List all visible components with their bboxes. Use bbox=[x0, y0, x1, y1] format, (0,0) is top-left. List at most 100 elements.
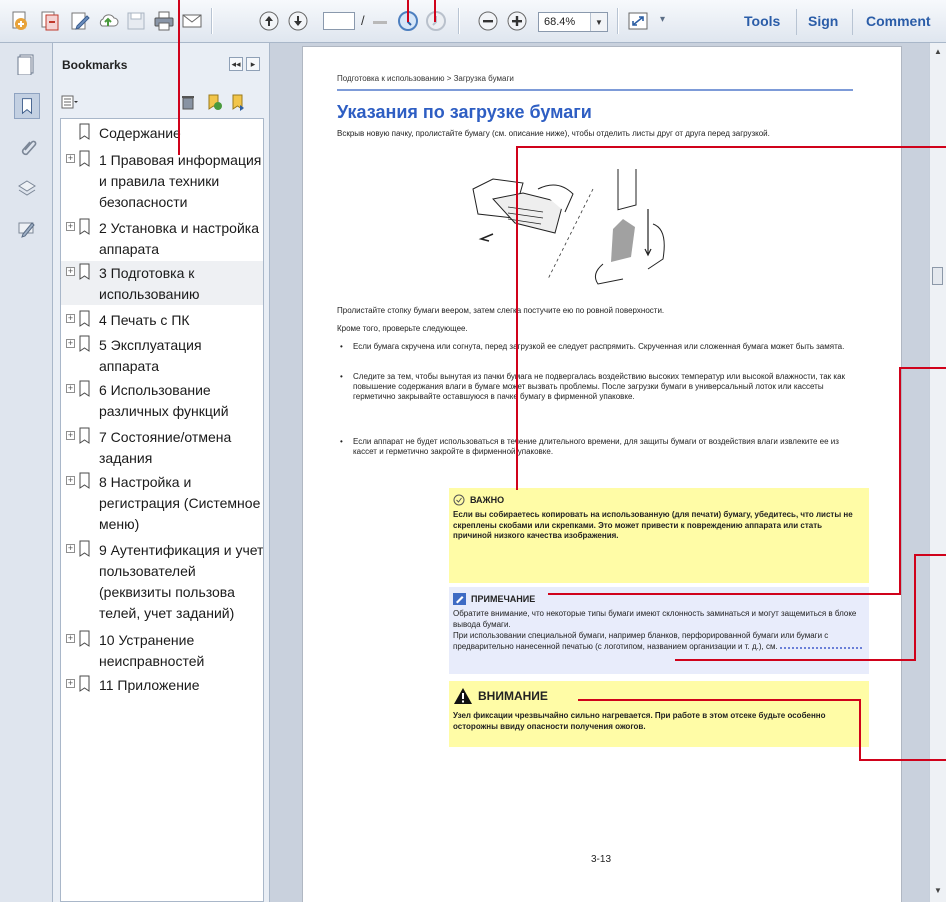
expand-plus-icon[interactable]: + bbox=[66, 267, 75, 276]
page-separator: / bbox=[361, 13, 365, 28]
sign-button[interactable]: Sign bbox=[808, 13, 838, 29]
scroll-thumb[interactable] bbox=[932, 267, 943, 285]
important-box: ВАЖНО Если вы собираетесь копировать на … bbox=[449, 488, 869, 583]
vertical-scrollbar[interactable]: ▲ ▼ bbox=[929, 43, 946, 902]
cross-reference-link[interactable] bbox=[779, 644, 862, 649]
bookmark-icon bbox=[79, 150, 90, 167]
expand-plus-icon[interactable]: + bbox=[66, 154, 75, 163]
note-text-2: При использовании специальной бумаги, на… bbox=[453, 631, 829, 651]
bookmark-icon bbox=[79, 540, 90, 557]
next-page-icon[interactable] bbox=[286, 9, 310, 33]
expand-plus-icon[interactable]: + bbox=[66, 544, 75, 553]
rotate-counterclockwise-icon[interactable] bbox=[396, 9, 420, 33]
bookmark-item[interactable]: Содержание bbox=[61, 121, 263, 143]
create-pdf-icon[interactable] bbox=[8, 9, 32, 33]
pdf-page: Подготовка к использованию > Загрузка бу… bbox=[303, 47, 901, 902]
page-breadcrumb: Подготовка к использованию > Загрузка бу… bbox=[337, 74, 514, 83]
upload-cloud-icon[interactable] bbox=[96, 9, 120, 33]
rotate-clockwise-icon[interactable] bbox=[424, 9, 448, 33]
main-toolbar: / 68.4% ▼ ▾ Tools Sign Comment bbox=[0, 0, 946, 43]
bookmark-icon bbox=[79, 263, 90, 280]
bookmark-item[interactable]: + 2 Установка и настройка аппарата bbox=[61, 216, 263, 260]
bookmark-icon bbox=[79, 335, 90, 352]
layers-icon[interactable] bbox=[14, 175, 40, 201]
fanning-instruction: Пролистайте стопку бумаги веером, затем … bbox=[337, 306, 665, 315]
caution-heading: ВНИМАНИЕ bbox=[478, 689, 548, 703]
bookmark-item[interactable]: + 11 Приложение bbox=[61, 673, 263, 695]
pdf-viewer-window: / 68.4% ▼ ▾ Tools Sign Comment Bookmarks… bbox=[0, 0, 946, 902]
bookmark-options-icon[interactable] bbox=[61, 93, 79, 111]
caution-text: Узел фиксации чрезвычайно сильно нагрева… bbox=[453, 711, 826, 731]
page-heading: Указания по загрузке бумаги bbox=[337, 102, 592, 122]
attachments-icon[interactable] bbox=[14, 135, 40, 161]
signatures-icon[interactable] bbox=[14, 215, 40, 241]
bookmark-icon bbox=[79, 427, 90, 444]
collapse-panel-icon[interactable]: ◂◂ bbox=[229, 57, 243, 71]
page-thumbnails-icon[interactable] bbox=[14, 51, 40, 77]
zoom-select[interactable]: 68.4% ▼ bbox=[538, 12, 608, 32]
chevron-down-icon[interactable]: ▼ bbox=[590, 13, 607, 31]
paper-fanning-illustration bbox=[472, 169, 665, 285]
bookmark-icon bbox=[79, 472, 90, 489]
note-icon bbox=[453, 593, 466, 605]
bookmark-item[interactable]: + 10 Устранение неисправностей bbox=[61, 628, 263, 672]
panel-menu-arrow-icon[interactable]: ▸ bbox=[246, 57, 260, 71]
document-view[interactable]: Подготовка к использованию > Загрузка бу… bbox=[270, 43, 929, 902]
bookmarks-panel-title: Bookmarks bbox=[62, 58, 128, 72]
expand-bookmark-icon[interactable] bbox=[229, 93, 247, 111]
page-total bbox=[373, 21, 387, 24]
full-screen-icon[interactable] bbox=[626, 9, 650, 33]
check-intro: Кроме того, проверьте следующее. bbox=[337, 324, 468, 333]
page-number-label: 3-13 bbox=[591, 854, 612, 865]
bookmark-item-selected[interactable]: + 3 Подготовка к использованию bbox=[61, 261, 263, 305]
expand-plus-icon[interactable]: + bbox=[66, 314, 75, 323]
note-box: ПРИМЕЧАНИЕ Обратите внимание, что некото… bbox=[449, 587, 869, 674]
print-icon[interactable] bbox=[152, 9, 176, 33]
bookmark-item[interactable]: + 5 Эксплуатация аппарата bbox=[61, 333, 263, 377]
bookmark-item[interactable]: + 8 Настройка и регистрация (Системное м… bbox=[61, 470, 263, 536]
delete-bookmark-icon[interactable] bbox=[179, 93, 197, 111]
email-icon[interactable] bbox=[180, 9, 204, 33]
bookmark-item[interactable]: + 1 Правовая информация и правила техник… bbox=[61, 148, 263, 214]
bookmark-item[interactable]: + 7 Состояние/отмена задания bbox=[61, 425, 263, 469]
expand-plus-icon[interactable]: + bbox=[66, 339, 75, 348]
expand-plus-icon[interactable]: + bbox=[66, 679, 75, 688]
scroll-up-arrow-icon[interactable]: ▲ bbox=[933, 47, 943, 57]
bookmark-item[interactable]: + 6 Использование различных функций bbox=[61, 378, 263, 422]
toolbar-customize-icon[interactable]: ▾ bbox=[660, 14, 665, 25]
new-bookmark-icon[interactable] bbox=[205, 93, 223, 111]
important-heading: ВАЖНО bbox=[470, 495, 505, 505]
zoom-in-icon[interactable] bbox=[505, 9, 529, 33]
header-rule bbox=[337, 89, 853, 91]
bookmark-icon bbox=[79, 380, 90, 397]
note-heading: ПРИМЕЧАНИЕ bbox=[471, 594, 536, 604]
expand-plus-icon[interactable]: + bbox=[66, 634, 75, 643]
bookmark-icon bbox=[79, 630, 90, 647]
bookmarks-tree: Содержание + 1 Правовая информация и пра… bbox=[60, 118, 264, 902]
bookmark-icon bbox=[79, 123, 90, 140]
save-icon[interactable] bbox=[124, 9, 148, 33]
important-text: Если вы собираетесь копировать на исполь… bbox=[453, 510, 853, 540]
bookmarks-panel-icon[interactable] bbox=[14, 93, 40, 119]
previous-page-icon[interactable] bbox=[257, 9, 281, 33]
expand-plus-icon[interactable]: + bbox=[66, 431, 75, 440]
edit-document-icon[interactable] bbox=[68, 9, 92, 33]
scroll-down-arrow-icon[interactable]: ▼ bbox=[933, 886, 943, 896]
warning-triangle-icon bbox=[454, 688, 472, 704]
page-number-input[interactable] bbox=[323, 12, 355, 30]
expand-plus-icon[interactable]: + bbox=[66, 384, 75, 393]
expand-plus-icon[interactable]: + bbox=[66, 222, 75, 231]
zoom-value: 68.4% bbox=[544, 16, 576, 28]
combine-files-icon[interactable] bbox=[38, 9, 62, 33]
expand-plus-icon[interactable]: + bbox=[66, 476, 75, 485]
checkmark-circle-icon bbox=[453, 494, 465, 506]
caution-box: ВНИМАНИЕ Узел фиксации чрезвычайно сильн… bbox=[449, 681, 869, 747]
bookmark-item[interactable]: + 9 Аутентификация и учет пользователей … bbox=[61, 538, 263, 626]
bookmarks-panel: Bookmarks ◂◂ ▸ Содержание + 1 Правовая и… bbox=[53, 43, 270, 902]
bookmark-icon bbox=[79, 310, 90, 327]
bookmark-item[interactable]: + 4 Печать с ПК bbox=[61, 308, 263, 330]
zoom-out-icon[interactable] bbox=[476, 9, 500, 33]
comment-button[interactable]: Comment bbox=[866, 13, 931, 29]
tools-button[interactable]: Tools bbox=[744, 13, 780, 29]
navigation-rail bbox=[0, 43, 53, 902]
